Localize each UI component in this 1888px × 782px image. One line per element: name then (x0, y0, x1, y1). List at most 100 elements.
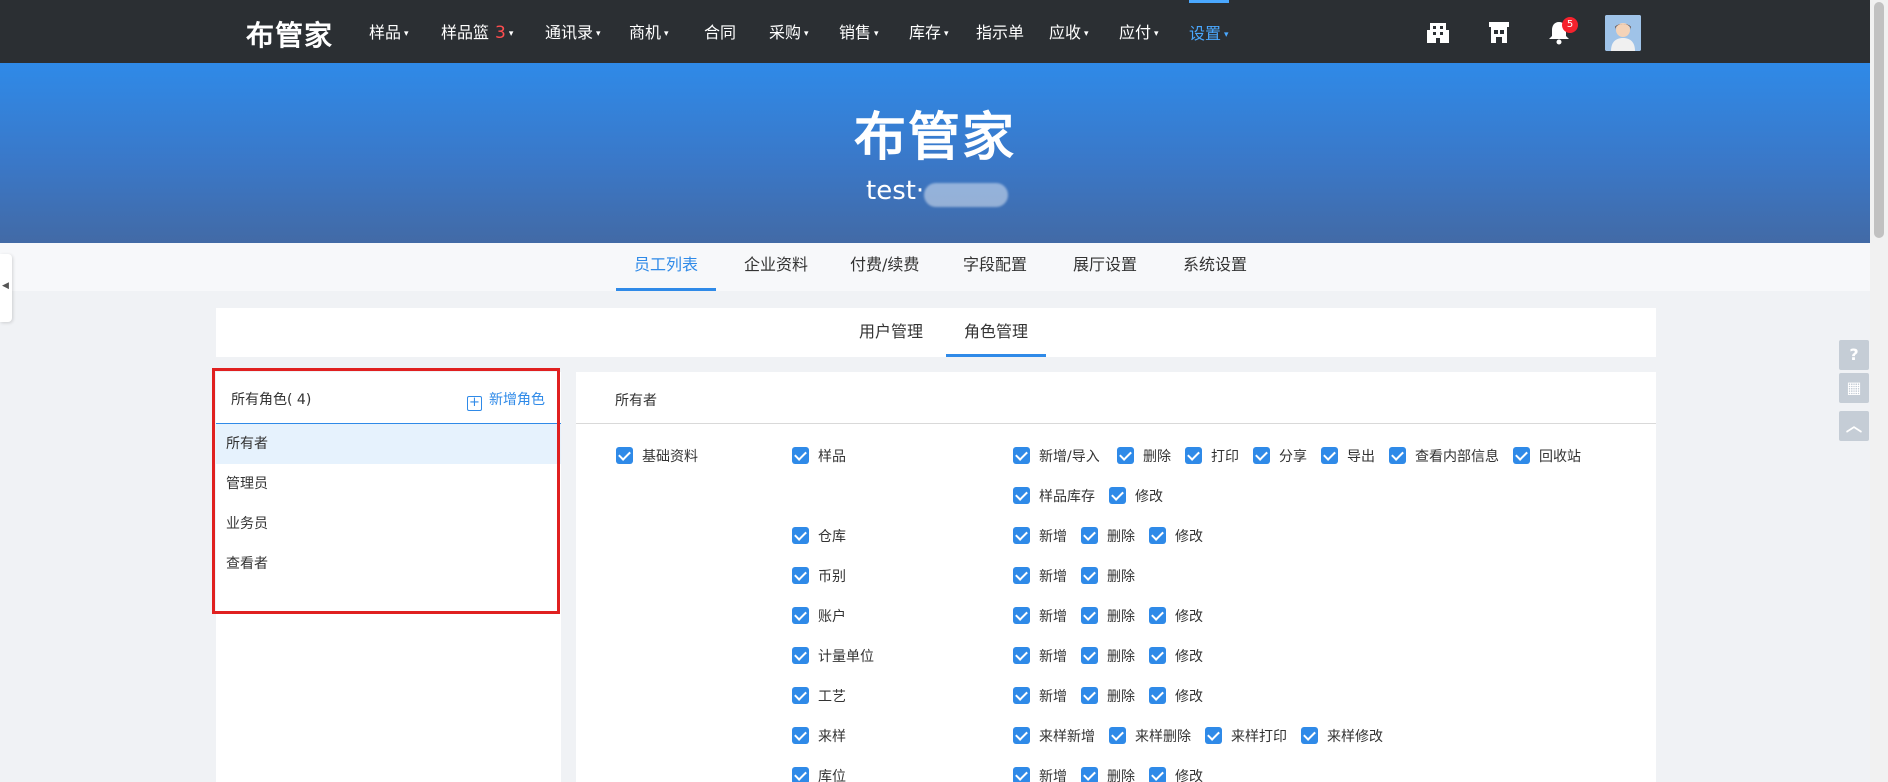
back-to-top-icon[interactable]: ︿ (1839, 411, 1869, 441)
help-icon[interactable]: ? (1839, 340, 1869, 370)
checkbox-checked-icon (1081, 647, 1098, 664)
permission-item-checkbox[interactable]: 样品 (792, 447, 846, 467)
permission-action-checkbox[interactable]: 修改 (1149, 607, 1203, 627)
permission-action-checkbox[interactable]: 删除 (1081, 607, 1135, 627)
permission-action-checkbox[interactable]: 导出 (1321, 447, 1375, 467)
checkbox-label: 删除 (1107, 649, 1135, 665)
nav-item-7[interactable]: 库存 ▾ (909, 0, 949, 63)
redacted-text (924, 183, 1008, 207)
banner-title: 布管家 (853, 108, 1016, 168)
chevron-down-icon: ▾ (664, 28, 669, 39)
permission-action-checkbox[interactable]: 新增/导入 (1013, 447, 1100, 467)
checkbox-checked-icon (1013, 767, 1030, 782)
permission-action-checkbox[interactable]: 删除 (1081, 527, 1135, 547)
checkbox-checked-icon (792, 727, 809, 744)
checkbox-checked-icon (1513, 447, 1530, 464)
permission-action-checkbox[interactable]: 来样修改 (1301, 727, 1383, 747)
building-icon[interactable] (1424, 18, 1452, 46)
nav-item-label: 销售 (839, 23, 872, 42)
checkbox-checked-icon (1081, 767, 1098, 782)
permission-action-checkbox[interactable]: 删除 (1081, 647, 1135, 667)
tab-0[interactable]: 员工列表 (616, 243, 716, 291)
permission-action-checkbox[interactable]: 修改 (1149, 527, 1203, 547)
nav-item-5[interactable]: 采购 ▾ (769, 0, 809, 63)
qrcode-icon[interactable]: ▦ (1839, 373, 1869, 403)
tab-5[interactable]: 系统设置 (1183, 243, 1247, 289)
chevron-down-icon: ▾ (404, 28, 409, 39)
permission-item-checkbox[interactable]: 工艺 (792, 687, 846, 707)
nav-item-9[interactable]: 应收 ▾ (1049, 0, 1089, 63)
permission-action-checkbox[interactable]: 来样新增 (1013, 727, 1095, 747)
permission-item-checkbox[interactable]: 库位 (792, 767, 846, 782)
chevron-down-icon: ▾ (1224, 29, 1229, 40)
checkbox-checked-icon (1301, 727, 1318, 744)
nav-item-label: 应收 (1049, 23, 1082, 42)
permission-action-checkbox[interactable]: 查看内部信息 (1389, 447, 1499, 467)
permission-action-checkbox[interactable]: 新增 (1013, 647, 1067, 667)
nav-item-0[interactable]: 样品 ▾ (369, 0, 409, 63)
permission-action-checkbox[interactable]: 新增 (1013, 687, 1067, 707)
checkbox-label: 基础资料 (642, 449, 698, 465)
permission-action-checkbox[interactable]: 修改 (1109, 487, 1163, 507)
nav-item-8[interactable]: 指示单 (976, 0, 1024, 63)
permission-item-checkbox[interactable]: 账户 (792, 607, 846, 627)
permission-action-checkbox[interactable]: 修改 (1149, 767, 1203, 782)
permission-item-checkbox[interactable]: 来样 (792, 727, 846, 747)
permission-item-checkbox[interactable]: 币别 (792, 567, 846, 587)
permission-action-checkbox[interactable]: 来样打印 (1205, 727, 1287, 747)
checkbox-checked-icon (1149, 647, 1166, 664)
module-checkbox[interactable]: 基础资料 (616, 447, 698, 467)
app-logo[interactable]: 布管家 (246, 14, 333, 54)
permission-item-checkbox[interactable]: 仓库 (792, 527, 846, 547)
tab-1[interactable]: 企业资料 (744, 243, 808, 289)
checkbox-checked-icon (792, 567, 809, 584)
nav-item-3[interactable]: 商机 ▾ (629, 0, 669, 63)
checkbox-checked-icon (792, 647, 809, 664)
permission-action-checkbox[interactable]: 回收站 (1513, 447, 1581, 467)
permission-action-checkbox[interactable]: 打印 (1185, 447, 1239, 467)
subtab-1[interactable]: 角色管理 (946, 308, 1046, 357)
permission-action-checkbox[interactable]: 来样删除 (1109, 727, 1191, 747)
permission-action-checkbox[interactable]: 修改 (1149, 687, 1203, 707)
tab-3[interactable]: 字段配置 (963, 243, 1027, 289)
checkbox-label: 查看内部信息 (1415, 449, 1499, 465)
nav-item-4[interactable]: 合同 (704, 0, 736, 63)
permission-action-checkbox[interactable]: 删除 (1081, 767, 1135, 782)
checkbox-checked-icon (1081, 607, 1098, 624)
nav-item-10[interactable]: 应付 ▾ (1119, 0, 1159, 63)
checkbox-checked-icon (1205, 727, 1222, 744)
checkbox-label: 新增/导入 (1039, 449, 1100, 465)
permission-action-checkbox[interactable]: 分享 (1253, 447, 1307, 467)
checkbox-checked-icon (1013, 727, 1030, 744)
permission-action-checkbox[interactable]: 删除 (1117, 447, 1171, 467)
checkbox-checked-icon (1013, 447, 1030, 464)
nav-item-label: 通讯录 (545, 23, 594, 42)
permission-action-checkbox[interactable]: 新增 (1013, 767, 1067, 782)
tab-4[interactable]: 展厅设置 (1073, 243, 1137, 289)
subtab-0[interactable]: 用户管理 (841, 308, 941, 355)
scrollbar-thumb[interactable] (1874, 2, 1884, 238)
permission-action-checkbox[interactable]: 删除 (1081, 687, 1135, 707)
permission-item-checkbox[interactable]: 计量单位 (792, 647, 874, 667)
nav-item-2[interactable]: 通讯录 ▾ (545, 0, 601, 63)
page-scrollbar[interactable] (1870, 0, 1888, 782)
checkbox-label: 新增 (1039, 769, 1067, 782)
permission-panel: 所有者 基础资料 样品 新增/导入 删除 打印 分享 导出 查看内部信息 回收站 样品库存 修改 仓库… (576, 372, 1656, 782)
nav-item-11[interactable]: 设置 ▾ (1189, 0, 1229, 63)
checkbox-checked-icon (1013, 607, 1030, 624)
permission-action-checkbox[interactable]: 新增 (1013, 527, 1067, 547)
settings-tabs: 员工列表 企业资料 付费/续费 字段配置 展厅设置 系统设置 (0, 243, 1870, 291)
permission-action-checkbox[interactable]: 新增 (1013, 567, 1067, 587)
avatar[interactable] (1605, 15, 1641, 51)
tab-2[interactable]: 付费/续费 (850, 243, 919, 289)
top-navbar: 布管家 样品 ▾ 样品篮 3 ▾ 通讯录 ▾ 商机 ▾ 合同 采购 ▾ 销售 ▾ 库存 ▾ 指示单 应收 ▾ 应付 ▾ 设… (0, 0, 1870, 63)
permission-action-checkbox[interactable]: 删除 (1081, 567, 1135, 587)
sidebar-collapse-handle[interactable]: ◀ (0, 254, 12, 322)
permission-action-checkbox[interactable]: 新增 (1013, 607, 1067, 627)
chevron-down-icon: ▾ (596, 28, 601, 39)
permission-action-checkbox[interactable]: 样品库存 (1013, 487, 1095, 507)
nav-item-6[interactable]: 销售 ▾ (839, 0, 879, 63)
permission-action-checkbox[interactable]: 修改 (1149, 647, 1203, 667)
store-icon[interactable] (1485, 18, 1513, 46)
nav-item-1[interactable]: 样品篮 3 ▾ (441, 0, 513, 63)
